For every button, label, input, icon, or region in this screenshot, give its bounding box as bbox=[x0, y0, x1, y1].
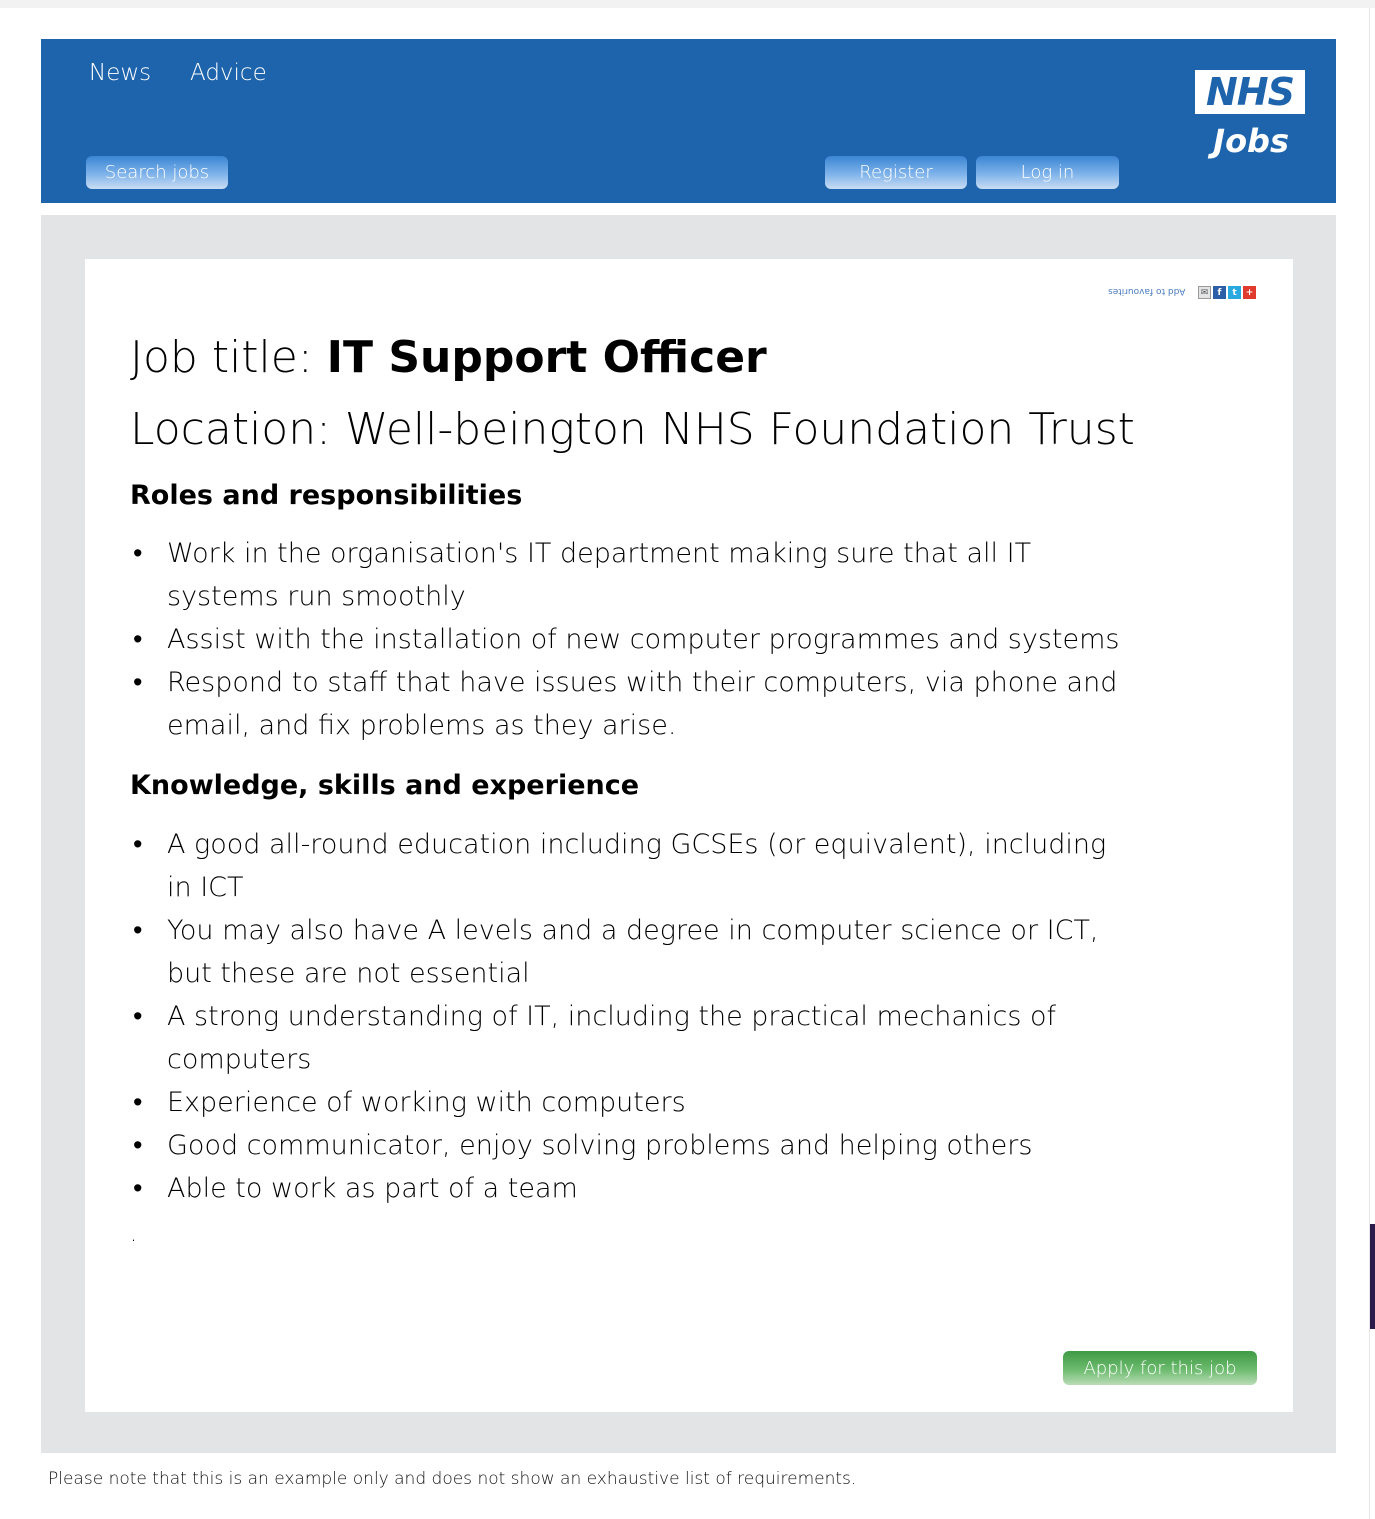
twitter-icon[interactable]: t bbox=[1228, 286, 1241, 299]
list-item: A strong understanding of IT, including … bbox=[130, 995, 1120, 1081]
facebook-icon[interactable]: f bbox=[1213, 286, 1226, 299]
list-item: Good communicator, enjoy solving problem… bbox=[130, 1124, 1120, 1167]
list-item: A good all-round education including GCS… bbox=[130, 823, 1120, 909]
nav-news-link[interactable]: News bbox=[89, 60, 151, 86]
email-icon[interactable]: ✉ bbox=[1198, 286, 1211, 299]
job-title-prefix: Job title: bbox=[130, 332, 327, 383]
share-icons: ✉ f t + bbox=[1198, 286, 1256, 299]
nav-advice-link[interactable]: Advice bbox=[190, 60, 267, 86]
roles-heading: Roles and responsibilities bbox=[130, 480, 523, 511]
register-button[interactable]: Register bbox=[825, 156, 967, 189]
list-item: Assist with the installation of new comp… bbox=[130, 618, 1120, 661]
job-location: Location: Well-beington NHS Foundation T… bbox=[130, 404, 1135, 455]
nhs-logo[interactable]: NHS bbox=[1195, 70, 1305, 114]
footnote: Please note that this is an example only… bbox=[48, 1469, 857, 1489]
edge-bar bbox=[1370, 1224, 1375, 1329]
login-button[interactable]: Log in bbox=[976, 156, 1119, 189]
plus-icon[interactable]: + bbox=[1243, 286, 1256, 299]
nhs-logo-text: NHS bbox=[1206, 70, 1295, 114]
list-item: Work in the organisation's IT department… bbox=[130, 532, 1120, 618]
roles-list: Work in the organisation's IT department… bbox=[130, 532, 1120, 747]
list-item: Respond to staff that have issues with t… bbox=[130, 661, 1120, 747]
top-strip bbox=[0, 0, 1375, 8]
apply-button[interactable]: Apply for this job bbox=[1063, 1351, 1257, 1385]
trailing-text: . bbox=[130, 1222, 137, 1247]
job-title: Job title: IT Support Officer bbox=[130, 332, 767, 383]
skills-list: A good all-round education including GCS… bbox=[130, 823, 1120, 1210]
skills-heading: Knowledge, skills and experience bbox=[130, 770, 640, 801]
search-jobs-button[interactable]: Search jobs bbox=[86, 156, 228, 189]
list-item: Experience of working with computers bbox=[130, 1081, 1120, 1124]
list-item: Able to work as part of a team bbox=[130, 1167, 1120, 1210]
list-item: You may also have A levels and a degree … bbox=[130, 909, 1120, 995]
jobs-logo-text: Jobs bbox=[1213, 122, 1289, 160]
add-to-favourites-link[interactable]: Add to favourites bbox=[1108, 286, 1185, 296]
job-title-value: IT Support Officer bbox=[326, 332, 767, 383]
